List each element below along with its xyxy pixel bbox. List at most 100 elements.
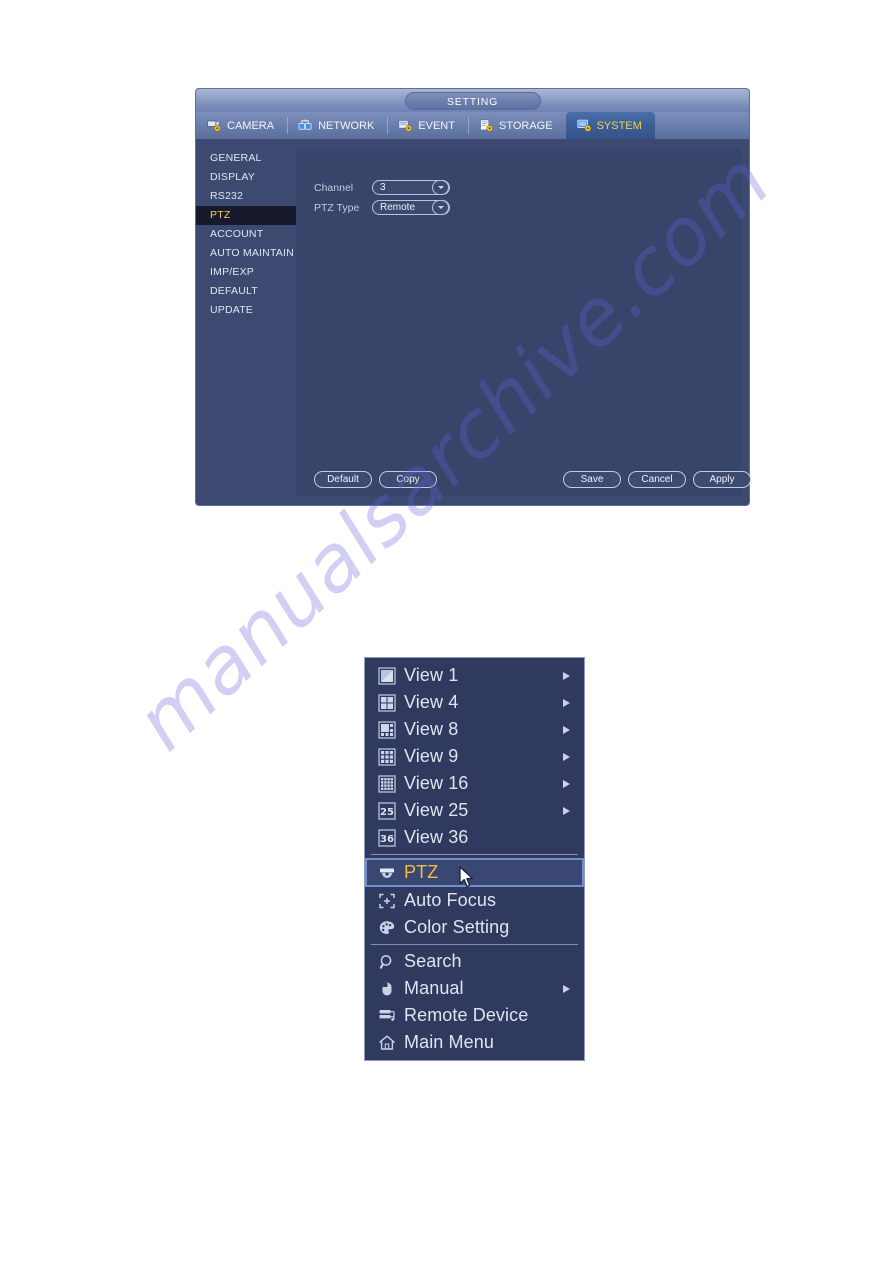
menu-item-view-4[interactable]: View 4	[365, 689, 584, 716]
view1-grid-icon	[378, 666, 396, 685]
window-titlebar: SETTING	[195, 88, 750, 112]
submenu-arrow-icon	[563, 752, 570, 761]
menu-item-view-8[interactable]: View 8	[365, 716, 584, 743]
sidebar-item-general[interactable]: GENERAL	[196, 149, 296, 168]
menu-item-label: View 1	[404, 665, 459, 685]
sidebar-item-imp-exp[interactable]: IMP/EXP	[196, 263, 296, 282]
submenu-arrow-icon	[563, 984, 570, 993]
submenu-arrow-icon	[563, 671, 570, 680]
window-title: SETTING	[404, 92, 541, 110]
submenu-arrow-icon	[563, 779, 570, 788]
tab-camera-label: CAMERA	[227, 119, 275, 132]
chevron-down-icon[interactable]	[432, 200, 449, 215]
menu-item-label: Remote Device	[404, 1005, 529, 1025]
tab-bar: CAMERA NETWORK EVENT STORAGE SYSTEM	[195, 112, 750, 139]
action-button-row: Default Copy Save Cancel Apply	[296, 471, 751, 488]
remote-device-icon	[379, 1009, 395, 1021]
menu-item-label: Auto Focus	[404, 890, 497, 910]
tab-system[interactable]: SYSTEM	[565, 112, 655, 139]
sidebar-item-ptz[interactable]: PTZ	[196, 206, 296, 225]
view25-grid-icon: 25	[378, 801, 396, 820]
storage-gear-icon	[480, 119, 493, 132]
menu-separator	[371, 854, 578, 855]
sidebar-item-default[interactable]: DEFAULT	[196, 282, 296, 301]
menu-item-color-setting[interactable]: Color Setting	[365, 914, 584, 941]
channel-row: Channel 3	[314, 180, 450, 195]
menu-item-label: Manual	[404, 978, 464, 998]
ptz-dome-icon	[380, 868, 394, 878]
view36-grid-icon: 36	[378, 828, 396, 847]
channel-label: Channel	[314, 181, 354, 194]
menu-item-view-9[interactable]: View 9	[365, 743, 584, 770]
ptz-type-select[interactable]: Remote	[372, 200, 450, 215]
svg-text:25: 25	[380, 807, 394, 818]
menu-item-view-36[interactable]: 36 View 36	[365, 824, 584, 851]
event-gear-icon	[398, 120, 413, 132]
sidebar-item-update[interactable]: UPDATE	[196, 301, 296, 320]
view9-grid-icon	[378, 747, 396, 766]
menu-item-label: View 16	[404, 773, 469, 793]
auto-focus-icon	[379, 893, 395, 908]
menu-item-label: View 36	[404, 827, 469, 847]
settings-content-panel: Channel 3 PTZ Type Remote Default Copy S…	[296, 148, 751, 496]
menu-item-auto-focus[interactable]: Auto Focus	[365, 887, 584, 914]
tab-system-label: SYSTEM	[596, 119, 642, 132]
menu-item-label: Search	[404, 951, 462, 971]
save-button[interactable]: Save	[563, 471, 621, 488]
magnifier-icon	[379, 954, 392, 969]
menu-item-label: View 9	[404, 746, 459, 766]
tab-storage[interactable]: STORAGE	[467, 112, 566, 139]
default-button[interactable]: Default	[314, 471, 372, 488]
menu-item-view-1[interactable]: View 1	[365, 662, 584, 689]
menu-item-manual[interactable]: Manual	[365, 975, 584, 1002]
submenu-arrow-icon	[563, 806, 570, 815]
menu-item-label: Main Menu	[404, 1032, 494, 1052]
cancel-button[interactable]: Cancel	[628, 471, 686, 488]
sidebar-item-rs232[interactable]: RS232	[196, 187, 296, 206]
ptz-type-row: PTZ Type Remote	[314, 200, 450, 215]
submenu-arrow-icon	[563, 725, 570, 734]
apply-button[interactable]: Apply	[693, 471, 751, 488]
menu-item-label: View 8	[404, 719, 459, 739]
tab-event-label: EVENT	[418, 119, 455, 132]
setting-window: SETTING CAMERA NETWORK EVENT STORAGE SYS…	[195, 88, 751, 506]
tab-storage-label: STORAGE	[498, 119, 553, 132]
system-gear-icon	[576, 119, 591, 132]
mouse-icon	[382, 982, 392, 995]
sidebar-item-auto-maintain[interactable]: AUTO MAINTAIN	[196, 244, 296, 263]
network-icon	[298, 119, 312, 130]
channel-value: 3	[380, 182, 386, 193]
channel-select[interactable]: 3	[372, 180, 450, 195]
menu-item-label: Color Setting	[404, 917, 510, 937]
tab-camera[interactable]: CAMERA	[196, 112, 287, 139]
menu-item-view-16[interactable]: View 16	[365, 770, 584, 797]
view16-grid-icon	[378, 774, 396, 793]
chevron-down-icon[interactable]	[432, 180, 449, 195]
svg-text:36: 36	[380, 834, 394, 845]
view4-grid-icon	[378, 693, 396, 712]
color-palette-icon	[379, 920, 395, 934]
ptz-type-label: PTZ Type	[314, 201, 360, 214]
copy-button[interactable]: Copy	[379, 471, 437, 488]
menu-item-view-25[interactable]: 25 View 25	[365, 797, 584, 824]
menu-item-search[interactable]: Search	[365, 948, 584, 975]
tab-network[interactable]: NETWORK	[287, 112, 387, 139]
view8-grid-icon	[378, 720, 396, 739]
menu-item-main-menu[interactable]: Main Menu	[365, 1029, 584, 1056]
menu-item-label: View 4	[404, 692, 459, 712]
camera-gear-icon	[207, 119, 221, 132]
tab-network-label: NETWORK	[318, 119, 375, 132]
home-icon	[379, 1035, 395, 1050]
submenu-arrow-icon	[563, 698, 570, 707]
window-body: GENERAL DISPLAY RS232 PTZ ACCOUNT AUTO M…	[195, 139, 751, 506]
menu-item-remote-device[interactable]: Remote Device	[365, 1002, 584, 1029]
menu-separator	[371, 944, 578, 945]
settings-sidebar: GENERAL DISPLAY RS232 PTZ ACCOUNT AUTO M…	[196, 139, 296, 505]
sidebar-item-account[interactable]: ACCOUNT	[196, 225, 296, 244]
menu-item-label: View 25	[404, 800, 469, 820]
ptz-type-value: Remote	[380, 202, 416, 213]
menu-item-ptz[interactable]: PTZ	[365, 858, 584, 887]
sidebar-item-display[interactable]: DISPLAY	[196, 168, 296, 187]
menu-item-label: PTZ	[404, 862, 439, 882]
tab-event[interactable]: EVENT	[387, 112, 468, 139]
